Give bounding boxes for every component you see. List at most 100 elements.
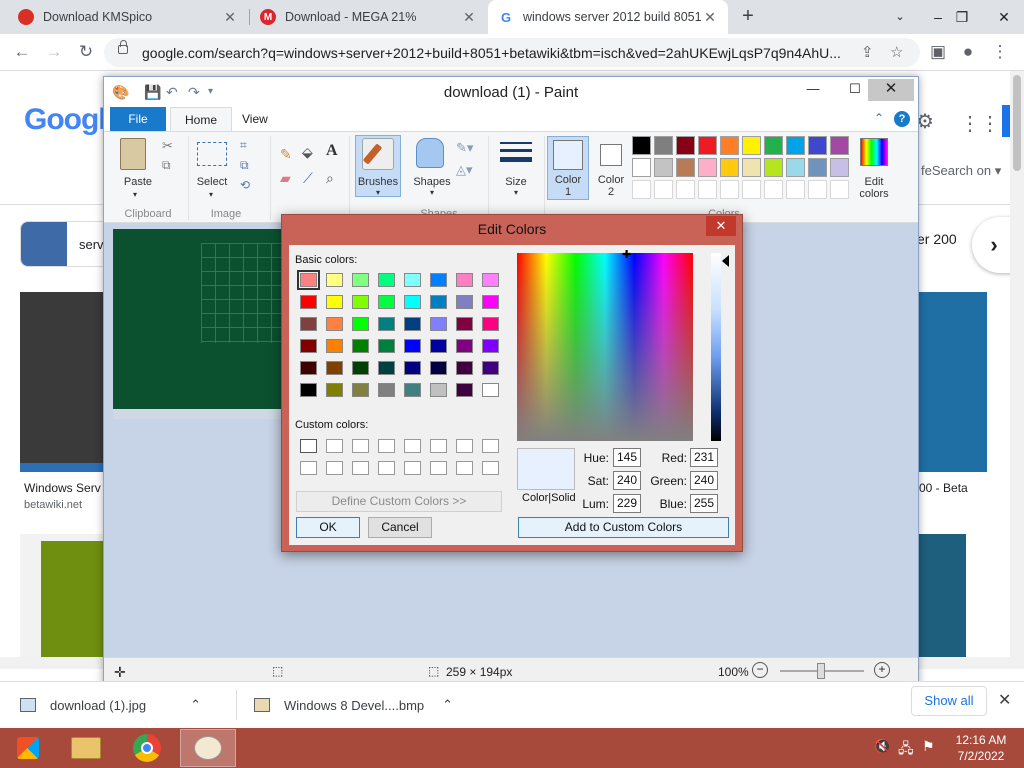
basic-color-swatch[interactable] [300, 361, 317, 375]
tab-google-search[interactable]: G windows server 2012 build 8051 ✕ [488, 0, 728, 34]
basic-color-swatch[interactable] [326, 317, 343, 331]
palette-swatch[interactable] [698, 136, 717, 155]
palette-swatch[interactable] [786, 136, 805, 155]
tab-kmspico[interactable]: Download KMSpico ✕ [8, 0, 248, 34]
pencil-icon[interactable]: ✎ [280, 146, 292, 163]
palette-swatch[interactable] [698, 158, 717, 177]
chevron-down-icon[interactable]: ▾ [425, 188, 439, 197]
basic-color-swatch[interactable] [326, 383, 343, 397]
basic-color-swatch[interactable] [326, 273, 343, 287]
maximize-icon[interactable]: ☐ [840, 79, 870, 101]
zoom-in-icon[interactable]: + [874, 662, 890, 678]
collapse-ribbon-icon[interactable]: ⌃ [874, 111, 884, 125]
zoom-out-icon[interactable]: − [752, 662, 768, 678]
palette-swatch[interactable] [830, 158, 849, 177]
download-item[interactable]: download (1).jpg ⌃ [20, 682, 201, 728]
basic-color-swatch[interactable] [378, 295, 395, 309]
basic-color-swatch[interactable] [456, 295, 473, 309]
palette-swatch[interactable] [830, 180, 849, 199]
select-icon[interactable] [197, 142, 227, 166]
taskbar-paint[interactable] [180, 729, 236, 767]
basic-color-swatch[interactable] [378, 383, 395, 397]
restore-icon[interactable]: ❐ [940, 0, 984, 34]
reload-icon[interactable]: ↻ [74, 40, 98, 64]
luminosity-slider[interactable] [711, 253, 721, 441]
green-field[interactable]: 240 [690, 471, 718, 490]
basic-color-swatch[interactable] [300, 339, 317, 353]
basic-color-swatch[interactable] [352, 361, 369, 375]
palette-swatch[interactable] [764, 158, 783, 177]
chevron-right-icon[interactable]: › [972, 217, 1010, 273]
custom-color-swatch[interactable] [456, 461, 473, 475]
basic-color-swatch[interactable] [404, 273, 421, 287]
google-logo[interactable]: Googl [24, 103, 107, 137]
basic-color-swatch[interactable] [300, 383, 317, 397]
basic-color-swatch[interactable] [300, 317, 317, 331]
tab-mega[interactable]: M Download - MEGA 21% ✕ [250, 0, 487, 34]
custom-color-swatch[interactable] [300, 439, 317, 453]
color2-label[interactable]: Color 2 [590, 174, 632, 198]
resize-icon[interactable]: ⧉ [240, 158, 249, 173]
basic-color-swatch[interactable] [326, 361, 343, 375]
custom-color-swatch[interactable] [326, 461, 343, 475]
basic-color-swatch[interactable] [482, 317, 499, 331]
custom-color-swatch[interactable] [404, 461, 421, 475]
eraser-icon[interactable]: ▰ [280, 170, 291, 187]
size-label[interactable]: Size [494, 176, 538, 188]
palette-swatch[interactable] [676, 136, 695, 155]
profile-icon[interactable]: ● [956, 40, 980, 64]
basic-color-swatch[interactable] [456, 273, 473, 287]
palette-swatch[interactable] [632, 158, 651, 177]
safesearch-toggle[interactable]: feSearch on ▾ [921, 163, 1001, 179]
basic-color-swatch[interactable] [430, 295, 447, 309]
custom-color-swatch[interactable] [482, 439, 499, 453]
custom-color-swatch[interactable] [326, 439, 343, 453]
result-image[interactable] [914, 292, 987, 472]
result-caption[interactable]: Windows Serv [24, 481, 101, 495]
basic-color-swatch[interactable] [326, 339, 343, 353]
palette-swatch[interactable] [808, 158, 827, 177]
chevron-up-icon[interactable]: ⌃ [442, 697, 453, 713]
palette-swatch[interactable] [654, 136, 673, 155]
magnifier-icon[interactable]: ⌕ [326, 170, 334, 187]
network-icon[interactable]: 🖧 [898, 738, 914, 762]
select-label[interactable]: Select [192, 176, 232, 188]
basic-color-swatch[interactable] [378, 317, 395, 331]
basic-color-swatch[interactable] [378, 339, 395, 353]
crop-icon[interactable]: ⌗ [240, 138, 247, 153]
new-tab-button[interactable]: + [737, 5, 759, 27]
basic-color-swatch[interactable] [456, 317, 473, 331]
custom-color-swatch[interactable] [378, 461, 395, 475]
scrollbar-thumb[interactable] [1013, 75, 1021, 171]
palette-swatch[interactable] [632, 136, 651, 155]
crosshair-icon[interactable]: ✚ [622, 248, 632, 261]
palette-swatch[interactable] [808, 180, 827, 199]
sign-in-button[interactable] [1002, 105, 1010, 137]
basic-color-swatch[interactable] [430, 383, 447, 397]
custom-color-swatch[interactable] [482, 461, 499, 475]
paste-icon[interactable] [120, 138, 146, 170]
palette-swatch[interactable] [742, 180, 761, 199]
paste-label[interactable]: Paste [118, 176, 158, 188]
custom-color-swatch[interactable] [456, 439, 473, 453]
basic-color-swatch[interactable] [482, 295, 499, 309]
palette-swatch[interactable] [830, 136, 849, 155]
red-field[interactable]: 231 [690, 448, 718, 467]
basic-color-swatch[interactable] [352, 339, 369, 353]
basic-color-swatch[interactable] [404, 295, 421, 309]
define-custom-colors-button[interactable]: Define Custom Colors >> [296, 491, 502, 512]
chevron-down-icon[interactable]: ▾ [509, 188, 523, 197]
basic-color-swatch[interactable] [352, 273, 369, 287]
luminosity-arrow-icon[interactable] [722, 255, 729, 267]
palette-swatch[interactable] [632, 180, 651, 199]
basic-color-swatch[interactable] [352, 317, 369, 331]
edit-colors-label[interactable]: Edit colors [852, 176, 896, 200]
menu-icon[interactable]: ⋮ [988, 40, 1012, 64]
sound-muted-icon[interactable]: 🔇 [874, 738, 891, 755]
chevron-down-icon[interactable]: ▾ [371, 188, 385, 197]
chevron-down-icon[interactable]: ▾ [128, 190, 142, 199]
result-image[interactable] [41, 541, 104, 657]
basic-color-swatch[interactable] [482, 339, 499, 353]
close-icon[interactable]: ✕ [868, 79, 914, 101]
shapes-icon[interactable] [416, 138, 444, 168]
